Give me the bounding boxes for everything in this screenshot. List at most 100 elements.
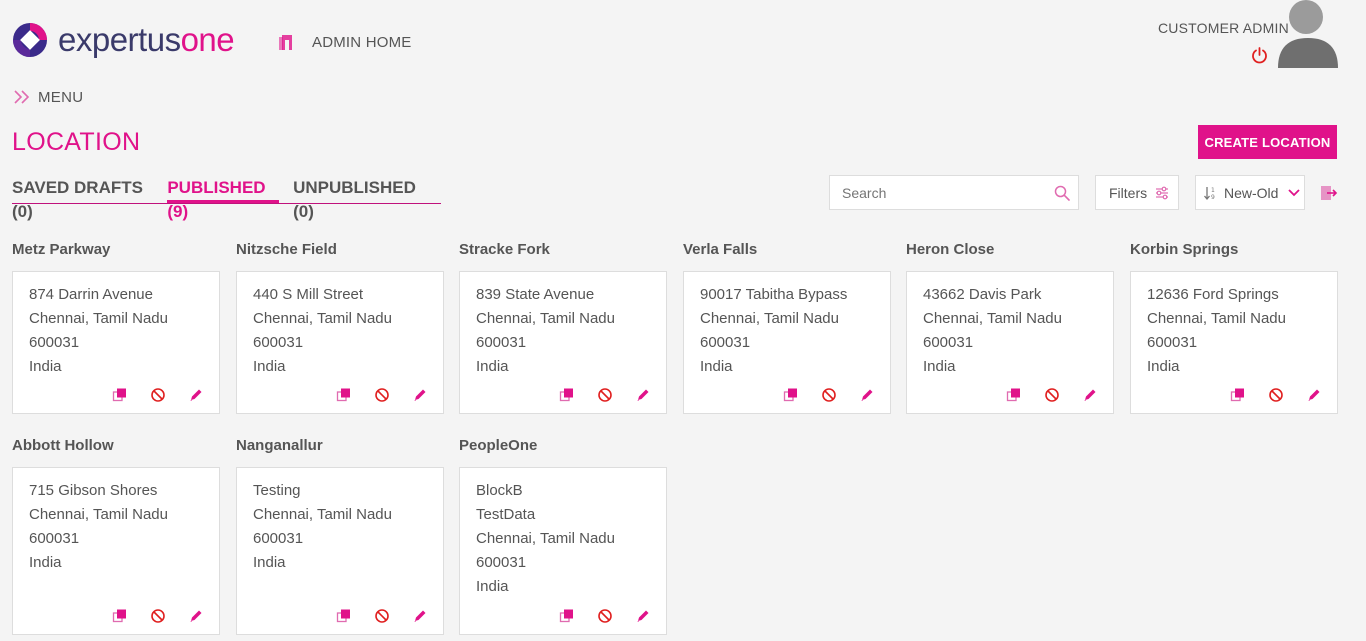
copy-icon[interactable] — [112, 608, 128, 624]
address-line: 600031 — [700, 334, 751, 351]
address-line: Chennai, Tamil Nadu — [700, 310, 839, 327]
unpublish-icon[interactable] — [1044, 387, 1060, 403]
unpublish-icon[interactable] — [374, 387, 390, 403]
copy-icon[interactable] — [1230, 387, 1246, 403]
sliders-icon — [1156, 186, 1169, 199]
sort-select[interactable]: 1 9 New-Old — [1195, 175, 1305, 210]
tab-published[interactable]: PUBLISHED (9) — [167, 176, 280, 221]
location-card[interactable]: Verla Falls 90017 Tabitha Bypass Chennai, … — [683, 240, 891, 414]
address-line: 600031 — [29, 530, 80, 547]
copy-icon[interactable] — [336, 608, 352, 624]
address-line: 715 Gibson Shores — [29, 482, 158, 499]
location-card[interactable]: Korbin Springs 12636 Ford Springs Chennai,… — [1130, 240, 1338, 414]
card-actions — [314, 387, 428, 403]
location-card[interactable]: Nitzsche Field 440 S Mill Street Chennai, … — [236, 240, 444, 414]
location-name: Nitzsche Field — [236, 241, 337, 258]
address-line: 600031 — [923, 334, 974, 351]
address-line: 600031 — [253, 530, 304, 547]
unpublish-icon[interactable] — [1268, 387, 1284, 403]
power-icon[interactable] — [1251, 47, 1268, 64]
location-address-box: BlockB TestData Chennai, Tamil Nadu 600031 I… — [459, 467, 667, 635]
location-address-box: Testing Chennai, Tamil Nadu 600031 India — [236, 467, 444, 635]
create-location-button[interactable]: CREATE LOCATION — [1198, 125, 1337, 159]
location-name: Heron Close — [906, 241, 995, 258]
svg-text:9: 9 — [1211, 194, 1215, 201]
address-line: Chennai, Tamil Nadu — [29, 506, 168, 523]
unpublish-icon[interactable] — [821, 387, 837, 403]
copy-icon[interactable] — [783, 387, 799, 403]
location-address-box: 874 Darrin Avenue Chennai, Tamil Nadu 6000… — [12, 271, 220, 414]
location-card[interactable]: Heron Close 43662 Davis Park Chennai, Tami… — [906, 240, 1114, 414]
address-line: India — [476, 358, 509, 375]
edit-icon[interactable] — [859, 387, 875, 403]
card-actions — [90, 608, 204, 624]
address-line: India — [700, 358, 733, 375]
location-address-box: 43662 Davis Park Chennai, Tamil Nadu 60003… — [906, 271, 1114, 414]
location-address-box: 440 S Mill Street Chennai, Tamil Nadu 6000… — [236, 271, 444, 414]
location-name: Nanganallur — [236, 437, 323, 454]
edit-icon[interactable] — [635, 608, 651, 624]
address-line: India — [476, 578, 509, 595]
header: expertusone ADMIN HOME CUSTOMER ADMIN — [0, 0, 1350, 80]
unpublish-icon[interactable] — [374, 608, 390, 624]
address-line: BlockB — [476, 482, 523, 499]
address-line: 440 S Mill Street — [253, 286, 364, 303]
filters-button[interactable]: Filters — [1095, 175, 1179, 210]
edit-icon[interactable] — [1082, 387, 1098, 403]
menu-toggle[interactable]: MENU — [12, 88, 83, 106]
avatar[interactable] — [1276, 0, 1340, 68]
address-line: 43662 Davis Park — [923, 286, 1042, 303]
address-line: 600031 — [476, 334, 527, 351]
location-card[interactable]: PeopleOne BlockB TestData Chennai, Tamil Na… — [459, 436, 667, 635]
address-line: India — [923, 358, 956, 375]
logo-mark-icon — [13, 23, 47, 57]
address-line: Chennai, Tamil Nadu — [253, 506, 392, 523]
search-icon[interactable] — [1054, 185, 1070, 201]
address-line: India — [29, 358, 62, 375]
location-card[interactable]: Nanganallur Testing Chennai, Tamil Nadu 600… — [236, 436, 444, 635]
address-line: 600031 — [29, 334, 80, 351]
edit-icon[interactable] — [188, 608, 204, 624]
address-line: Chennai, Tamil Nadu — [476, 310, 615, 327]
edit-icon[interactable] — [1306, 387, 1322, 403]
copy-icon[interactable] — [559, 387, 575, 403]
home-icon[interactable] — [276, 32, 298, 50]
chevron-down-icon — [1288, 188, 1301, 196]
copy-icon[interactable] — [559, 608, 575, 624]
unpublish-icon[interactable] — [150, 608, 166, 624]
location-card[interactable]: Stracke Fork 839 State Avenue Chennai, Tam… — [459, 240, 667, 414]
logo[interactable]: expertusone — [12, 22, 235, 58]
address-line: Chennai, Tamil Nadu — [253, 310, 392, 327]
location-name: Korbin Springs — [1130, 241, 1239, 258]
menu-label: MENU — [38, 88, 84, 106]
location-address-box: 90017 Tabitha Bypass Chennai, Tamil Nadu 6… — [683, 271, 891, 414]
export-icon[interactable] — [1320, 185, 1338, 201]
copy-icon[interactable] — [1006, 387, 1022, 403]
search-input[interactable] — [830, 176, 1045, 209]
edit-icon[interactable] — [188, 387, 204, 403]
admin-home-link[interactable]: ADMIN HOME — [312, 34, 412, 51]
page-title: LOCATION — [12, 128, 141, 156]
location-address-box: 12636 Ford Springs Chennai, Tamil Nadu 600… — [1130, 271, 1338, 414]
tab-unpublished[interactable]: UNPUBLISHED (0) — [293, 176, 427, 221]
unpublish-icon[interactable] — [150, 387, 166, 403]
edit-icon[interactable] — [412, 387, 428, 403]
unpublish-icon[interactable] — [597, 387, 613, 403]
address-line: TestData — [476, 506, 536, 523]
sort-value: New-Old — [1224, 184, 1279, 201]
location-card[interactable]: Abbott Hollow 715 Gibson Shores Chennai, T… — [12, 436, 220, 635]
address-line: 600031 — [476, 554, 527, 571]
location-address-box: 715 Gibson Shores Chennai, Tamil Nadu 6000… — [12, 467, 220, 635]
copy-icon[interactable] — [112, 387, 128, 403]
tab-saved-drafts[interactable]: SAVED DRAFTS (0) — [12, 176, 153, 221]
filters-label: Filters — [1109, 184, 1148, 201]
unpublish-icon[interactable] — [597, 608, 613, 624]
card-actions — [537, 387, 651, 403]
edit-icon[interactable] — [635, 387, 651, 403]
copy-icon[interactable] — [336, 387, 352, 403]
edit-icon[interactable] — [412, 608, 428, 624]
location-card[interactable]: Metz Parkway 874 Darrin Avenue Chennai, Ta… — [12, 240, 220, 414]
location-address-box: 839 State Avenue Chennai, Tamil Nadu 60003… — [459, 271, 667, 414]
address-line: Chennai, Tamil Nadu — [476, 530, 615, 547]
sort-icon: 1 9 — [1204, 186, 1215, 201]
